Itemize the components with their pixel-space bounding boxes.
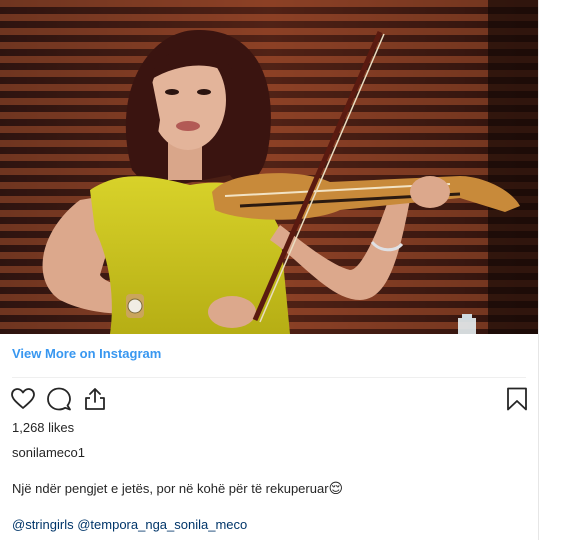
post-caption: Një ndër pengjet e jetës, por në kohë pë… [12, 481, 343, 497]
post-username[interactable]: sonilameco1 [12, 445, 85, 460]
post-photo[interactable] [0, 0, 538, 334]
divider [12, 377, 526, 378]
action-bar [10, 386, 528, 412]
tag-link[interactable]: @tempora_nga_sonila_meco [77, 517, 247, 532]
bookmark-icon[interactable] [504, 386, 530, 412]
view-more-on-instagram-link[interactable]: View More on Instagram [12, 346, 161, 361]
relieved-face-emoji: 😌 [328, 481, 344, 497]
likes-count[interactable]: 1,268 likes [12, 420, 74, 435]
post-tags: @stringirls @tempora_nga_sonila_meco [12, 517, 247, 532]
caption-text: Një ndër pengjet e jetës, por në kohë pë… [12, 481, 329, 496]
comment-icon[interactable] [46, 386, 72, 412]
tag-link[interactable]: @stringirls [12, 517, 74, 532]
instagram-embed: View More on Instagram 1,268 likes sonil… [0, 0, 539, 540]
share-icon[interactable] [82, 386, 108, 412]
heart-icon[interactable] [10, 386, 36, 412]
